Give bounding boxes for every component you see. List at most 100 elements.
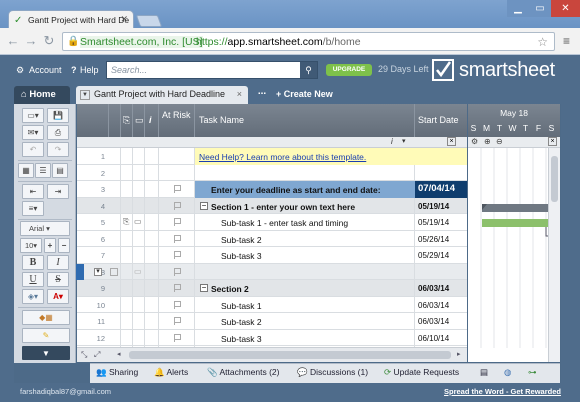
scroll-right-arrow[interactable]: ▸ bbox=[457, 350, 461, 358]
table-row[interactable]: 8 ▾ ▭ bbox=[77, 263, 467, 281]
task-name-cell[interactable]: Sub-task 3 bbox=[195, 247, 415, 264]
comment-cell[interactable] bbox=[133, 197, 145, 214]
print-icon[interactable]: ⎙ bbox=[47, 125, 69, 140]
back-arrow-icon[interactable]: ← bbox=[6, 34, 20, 48]
task-name-cell[interactable]: Sub-task 2 bbox=[195, 231, 415, 248]
forward-arrow-icon[interactable]: → bbox=[24, 34, 38, 48]
start-date-cell[interactable]: 05/29/14 bbox=[415, 247, 467, 264]
row-gutter-cell[interactable] bbox=[109, 296, 121, 313]
gantt-close-icon[interactable]: × bbox=[548, 137, 557, 146]
help-link[interactable]: Help bbox=[80, 65, 99, 75]
comment-cell[interactable] bbox=[133, 329, 145, 346]
table-row[interactable]: 6 Sub-task 2 05/26/14 bbox=[77, 230, 467, 248]
comment-cell[interactable] bbox=[133, 148, 145, 165]
row-number[interactable]: 3 bbox=[77, 185, 109, 194]
start-date-cell[interactable] bbox=[415, 165, 467, 182]
publish-globe-icon[interactable]: ◍ bbox=[504, 367, 511, 378]
gantt-view-icon[interactable]: ☰ bbox=[35, 163, 51, 178]
more-tabs-button[interactable]: ... bbox=[252, 86, 272, 104]
start-date-cell[interactable]: 06/03/14 bbox=[415, 313, 467, 330]
table-row[interactable]: 11 Sub-task 2 06/03/14 bbox=[77, 313, 467, 330]
start-date-cell[interactable]: 05/26/14 bbox=[415, 231, 467, 248]
attachment-cell[interactable] bbox=[121, 230, 133, 247]
table-row[interactable]: 3 Enter your deadline as start and end da… bbox=[77, 181, 467, 198]
comment-cell[interactable] bbox=[133, 164, 145, 181]
redo-icon[interactable]: ↷ bbox=[47, 142, 69, 157]
collapse-toolbar-icon[interactable]: ▼ bbox=[22, 346, 70, 360]
grid-collapse-icon[interactable]: × bbox=[447, 137, 456, 146]
close-sheet-tab-icon[interactable]: × bbox=[237, 89, 242, 99]
row-number[interactable]: 12 bbox=[77, 334, 109, 343]
browser-menu-icon[interactable]: ≡ bbox=[563, 34, 570, 48]
task-name-cell[interactable] bbox=[195, 264, 415, 281]
row-number[interactable]: 6 bbox=[77, 235, 109, 244]
attachment-cell[interactable] bbox=[121, 296, 133, 313]
column-header-start-date[interactable]: Start Date bbox=[415, 104, 467, 137]
save-icon[interactable]: 💾 bbox=[47, 108, 69, 123]
row-gutter-cell[interactable] bbox=[109, 280, 121, 297]
help-icon[interactable]: ? bbox=[71, 65, 77, 75]
tab-sheet[interactable]: ▼ Gantt Project with Hard Deadline × bbox=[76, 86, 248, 104]
filter-dropdown-icon[interactable]: ▾ bbox=[402, 137, 406, 145]
task-name-cell[interactable]: Section 1 - enter your own text here bbox=[195, 198, 415, 215]
row-gutter-cell[interactable] bbox=[109, 197, 121, 214]
at-risk-flag-icon[interactable] bbox=[174, 185, 181, 193]
attachment-cell[interactable] bbox=[121, 197, 133, 214]
minimize-window-button[interactable]: ▁ bbox=[507, 0, 529, 17]
italic-button[interactable]: I bbox=[47, 255, 69, 270]
create-new-button[interactable]: + Create New bbox=[276, 86, 347, 104]
at-risk-flag-icon[interactable] bbox=[174, 284, 181, 292]
attachment-cell[interactable] bbox=[121, 247, 133, 264]
connectors-icon[interactable]: ⊶ bbox=[528, 367, 537, 378]
at-risk-flag-icon[interactable] bbox=[174, 317, 181, 325]
gantt-zoom-out-icon[interactable]: ⊖ bbox=[496, 137, 503, 146]
start-date-cell[interactable] bbox=[415, 148, 467, 165]
at-risk-flag-icon[interactable] bbox=[174, 267, 181, 276]
alerts-button[interactable]: 🔔 Alerts bbox=[154, 367, 188, 378]
strikethrough-button[interactable]: S bbox=[47, 272, 69, 287]
gantt-zoom-in-icon[interactable]: ⊕ bbox=[484, 137, 491, 146]
sharing-button[interactable]: 👥 Sharing bbox=[96, 367, 138, 378]
row-gutter-cell[interactable] bbox=[109, 164, 121, 181]
column-header-task-name[interactable]: Task Name bbox=[195, 104, 415, 137]
table-row[interactable]: 1 Need Help? Learn more about this templa… bbox=[77, 148, 467, 165]
close-window-button[interactable]: ✕ bbox=[551, 0, 580, 17]
update-requests-button[interactable]: ⟳ Update Requests bbox=[384, 367, 459, 378]
row-number[interactable]: 2 bbox=[77, 169, 109, 178]
task-name-cell[interactable]: Sub-task 1 - enter task and timing bbox=[195, 214, 415, 231]
task-name-cell[interactable]: Sub-task 2 bbox=[195, 313, 415, 330]
comment-cell[interactable] bbox=[133, 181, 145, 198]
vertical-scroll-thumb[interactable] bbox=[551, 156, 558, 202]
row-gutter-cell[interactable] bbox=[109, 214, 121, 231]
account-gear-icon[interactable]: ⚙ bbox=[16, 65, 24, 76]
search-input[interactable]: Search... ⚲ bbox=[106, 61, 318, 79]
at-risk-flag-icon[interactable] bbox=[174, 300, 181, 309]
row-number[interactable]: 4 bbox=[77, 202, 109, 211]
column-header-at-risk[interactable]: At Risk bbox=[159, 104, 195, 137]
start-date-cell[interactable]: 06/10/14 bbox=[415, 330, 467, 347]
comment-cell[interactable] bbox=[133, 280, 145, 297]
increase-font-icon[interactable]: + bbox=[44, 238, 56, 253]
font-family-select[interactable]: Arial ▾ bbox=[20, 221, 70, 236]
fill-color-icon[interactable]: ◈▾ bbox=[22, 289, 44, 304]
conditional-format-icon[interactable]: ◆▦ bbox=[22, 310, 70, 325]
row-gutter-cell[interactable] bbox=[109, 329, 121, 346]
new-row-icon[interactable]: ▭▾ bbox=[22, 108, 44, 123]
at-risk-flag-icon[interactable] bbox=[174, 201, 181, 210]
info-cell[interactable] bbox=[145, 247, 159, 264]
comment-cell[interactable] bbox=[133, 296, 145, 313]
table-row[interactable]: 10 Sub-task 1 06/03/14 bbox=[77, 296, 467, 313]
expand-icon[interactable]: ⤢ bbox=[94, 350, 100, 360]
task-name-cell[interactable]: Section 2 bbox=[195, 280, 415, 297]
at-risk-cell[interactable] bbox=[159, 148, 195, 165]
row-number[interactable]: 5 bbox=[77, 218, 109, 227]
spread-the-word-link[interactable]: Spread the Word - Get Rewarded bbox=[444, 387, 561, 396]
row-comment-icon[interactable]: ▭ bbox=[134, 217, 142, 226]
forms-icon[interactable]: ▤ bbox=[480, 367, 488, 378]
gantt-task-bar[interactable] bbox=[482, 219, 548, 227]
row-attachment-icon[interactable]: ⎘ bbox=[123, 217, 129, 227]
at-risk-flag-icon[interactable] bbox=[174, 218, 181, 226]
row-gutter-cell[interactable] bbox=[109, 148, 121, 165]
browser-tab[interactable]: ✓ Gantt Project with Hard De ✕ bbox=[8, 10, 134, 29]
row-action-icon[interactable] bbox=[110, 267, 118, 276]
